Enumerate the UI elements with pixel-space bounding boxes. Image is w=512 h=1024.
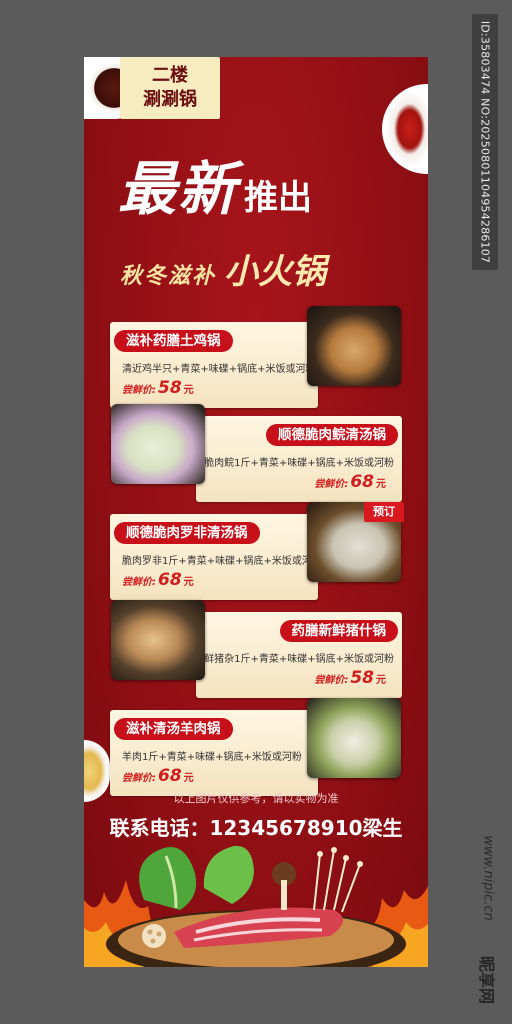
image-id-strip: ID:35803474 NO:20250801104954286107	[472, 14, 498, 270]
price-value: 68	[158, 570, 182, 590]
menu-item-desc: 清近鸡半只+青菜+味碟+锅底+米饭或河粉	[122, 364, 316, 375]
lamb-hotpot-photo	[307, 698, 401, 778]
subheadline-part1: 秋冬滋补	[120, 264, 217, 289]
menu-item-name: 顺德脆肉罗非清汤锅	[114, 522, 260, 544]
menu-item-price: 尝鲜价: 68 元	[122, 570, 194, 590]
hotpot-illustration	[84, 840, 428, 967]
enoki-mushroom-icon	[313, 849, 361, 913]
headline-main: 最新	[118, 155, 239, 223]
price-unit: 元	[183, 577, 194, 588]
price-value: 68	[350, 472, 374, 492]
menu-item-name: 顺德脆肉鲩清汤锅	[266, 424, 398, 446]
menu-item-desc: 新鲜猪杂1斤+青菜+味碟+锅底+米饭或河粉	[194, 654, 394, 665]
price-label: 尝鲜价:	[122, 773, 156, 784]
floor-tag-line2: 涮涮锅	[143, 89, 197, 110]
floor-tag: 二楼 涮涮锅	[120, 57, 220, 119]
menu-item-card: 顺德脆肉罗非清汤锅 脆肉罗非1斤+青菜+味碟+锅底+米饭或河粉 尝鲜价: 68 元	[110, 514, 322, 600]
price-unit: 元	[183, 773, 194, 784]
menu-item-desc: 脆肉罗非1斤+青菜+味碟+锅底+米饭或河粉	[122, 556, 322, 567]
menu-item-desc: 脆肉鲩1斤+青菜+味碟+锅底+米饭或河粉	[204, 458, 394, 469]
fish-soup-hotpot-photo	[111, 404, 205, 484]
subheadline: 秋冬滋补 小火锅	[120, 244, 400, 292]
price-label: 尝鲜价:	[122, 385, 156, 396]
menu-item-name: 滋补清汤羊肉锅	[114, 718, 233, 740]
menu-item-card: 滋补药膳土鸡锅 清近鸡半只+青菜+味碟+锅底+米饭或河粉 尝鲜价: 58 元	[110, 322, 318, 408]
reserve-badge: 预订	[364, 502, 404, 522]
watermark-logo: 昵享网	[477, 955, 496, 1005]
price-value: 68	[158, 766, 182, 786]
menu-item-card: 滋补清汤羊肉锅 羊肉1斤+青菜+味碟+锅底+米饭或河粉 尝鲜价: 68 元	[110, 710, 318, 796]
contact-phone: 联系电话：12345678910梁生	[109, 816, 403, 840]
price-unit: 元	[376, 675, 386, 686]
lotus-root-icon	[142, 924, 166, 948]
price-value: 58	[158, 378, 182, 398]
menu-item-name: 滋补药膳土鸡锅	[114, 330, 233, 352]
menu-item-desc: 羊肉1斤+青菜+味碟+锅底+米饭或河粉	[122, 752, 302, 763]
menu-item-card: 顺德脆肉鲩清汤锅 脆肉鲩1斤+青菜+味碟+锅底+米饭或河粉 尝鲜价: 68 元	[196, 416, 402, 502]
menu-item-name: 药膳新鲜猪什锅	[279, 620, 398, 642]
price-value: 58	[350, 668, 374, 688]
disclaimer-text: 以上图片仅供参考，请以实物为准	[173, 792, 339, 805]
headline-sub: 推出	[244, 178, 313, 218]
menu-item-card: 药膳新鲜猪什锅 新鲜猪杂1斤+青菜+味碟+锅底+米饭或河粉 尝鲜价: 58 元	[194, 612, 402, 698]
floor-tag-line1: 二楼	[152, 65, 188, 86]
price-label: 尝鲜价:	[314, 675, 349, 686]
price-label: 尝鲜价:	[314, 479, 349, 490]
subheadline-part2: 小火锅	[224, 252, 327, 292]
menu-item-price: 尝鲜价: 58 元	[122, 378, 194, 398]
price-label: 尝鲜价:	[122, 577, 156, 588]
chicken-hotpot-photo	[307, 306, 401, 386]
price-unit: 元	[183, 385, 194, 396]
menu-item-price: 尝鲜价: 58 元	[314, 668, 386, 688]
watermark-url: www.nipic.cn	[480, 835, 496, 921]
pork-offal-hotpot-photo	[111, 600, 205, 680]
menu-item-price: 尝鲜价: 68 元	[314, 472, 386, 492]
price-unit: 元	[376, 479, 386, 490]
menu-item-price: 尝鲜价: 68 元	[122, 766, 194, 786]
headline: 最新 推出	[118, 142, 408, 234]
image-id-text: ID:35803474 NO:20250801104954286107	[478, 20, 492, 264]
